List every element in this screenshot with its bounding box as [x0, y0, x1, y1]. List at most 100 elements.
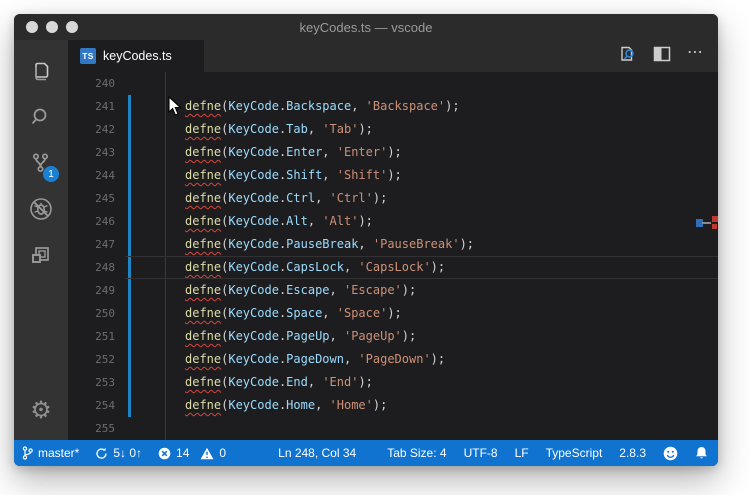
- git-modified-bar: [128, 348, 131, 371]
- code-line[interactable]: 255: [68, 417, 718, 440]
- line-number[interactable]: 250: [68, 302, 115, 325]
- token-identifier: KeyCode: [228, 283, 279, 297]
- cursor-position-item[interactable]: Ln 248, Col 34: [278, 446, 356, 460]
- sidebar-item-extensions[interactable]: [17, 232, 65, 278]
- sidebar-item-source-control[interactable]: 1: [17, 140, 65, 186]
- token-function: defne: [185, 329, 222, 343]
- minimize-button[interactable]: [46, 21, 58, 33]
- line-number[interactable]: 252: [68, 348, 115, 371]
- zoom-button[interactable]: [66, 21, 78, 33]
- line-number[interactable]: 248: [68, 256, 115, 279]
- feedback-smiley-button[interactable]: [663, 446, 678, 461]
- token-punctuation: );: [401, 283, 417, 297]
- token-punctuation: );: [459, 237, 475, 251]
- code-line[interactable]: 253 defne(KeyCode.End, 'End');: [68, 371, 718, 394]
- line-number[interactable]: 251: [68, 325, 115, 348]
- sync-status-item[interactable]: 5↓ 0↑: [95, 446, 142, 460]
- code-line[interactable]: 249 defne(KeyCode.Escape, 'Escape');: [68, 279, 718, 302]
- line-number[interactable]: 242: [68, 118, 115, 141]
- errors-status-item[interactable]: 14 0: [158, 446, 226, 460]
- git-branch-icon: [22, 446, 33, 460]
- token-punctuation: ,: [307, 214, 323, 228]
- token-function: defne: [185, 352, 222, 366]
- ruler-error-mark: [712, 216, 718, 222]
- line-number[interactable]: 253: [68, 371, 115, 394]
- line-number[interactable]: 245: [68, 187, 115, 210]
- line-number[interactable]: 247: [68, 233, 115, 256]
- line-number[interactable]: 243: [68, 141, 115, 164]
- token-identifier: KeyCode: [228, 122, 279, 136]
- token-punctuation: );: [387, 145, 402, 159]
- code-text: defne(KeyCode.Space, 'Space');: [185, 302, 402, 325]
- close-button[interactable]: [26, 21, 38, 33]
- open-preview-button[interactable]: [617, 44, 637, 69]
- code-text: defne(KeyCode.Home, 'Home');: [185, 394, 387, 417]
- settings-gear-button[interactable]: ⚙: [14, 390, 68, 430]
- code-line[interactable]: 248 defne(KeyCode.CapsLock, 'CapsLock');: [68, 256, 718, 279]
- token-punctuation: ,: [322, 306, 337, 320]
- token-punctuation: );: [445, 99, 460, 113]
- status-bar: master* 5↓ 0↑ 14 0 Ln 248, Col 34 Tab Si…: [14, 440, 718, 466]
- line-number[interactable]: 249: [68, 279, 115, 302]
- line-number[interactable]: 240: [68, 72, 115, 95]
- sidebar-item-explorer[interactable]: [17, 48, 65, 94]
- sidebar-item-search[interactable]: [17, 94, 65, 140]
- split-editor-button[interactable]: [653, 46, 671, 67]
- code-line[interactable]: 254 defne(KeyCode.Home, 'Home');: [68, 394, 718, 417]
- token-member: Escape: [286, 283, 330, 297]
- tab-size-item[interactable]: Tab Size: 4: [387, 446, 446, 460]
- token-member: Backspace: [286, 99, 352, 113]
- code-line[interactable]: 240: [68, 72, 718, 95]
- eol-item[interactable]: LF: [515, 446, 529, 460]
- code-line[interactable]: 251 defne(KeyCode.PageUp, 'PageUp');: [68, 325, 718, 348]
- code-line[interactable]: 243 defne(KeyCode.Enter, 'Enter');: [68, 141, 718, 164]
- line-number[interactable]: 255: [68, 417, 115, 440]
- more-actions-button[interactable]: ⋯: [687, 44, 704, 64]
- line-number[interactable]: 246: [68, 210, 115, 233]
- code-line[interactable]: 244 defne(KeyCode.Shift, 'Shift');: [68, 164, 718, 187]
- code-line[interactable]: 250 defne(KeyCode.Space, 'Space');: [68, 302, 718, 325]
- warning-icon: [200, 447, 214, 460]
- token-function: defne: [185, 145, 222, 159]
- branch-status-item[interactable]: master*: [22, 446, 79, 460]
- language-mode-item[interactable]: TypeScript: [546, 446, 603, 460]
- token-punctuation: ,: [307, 375, 323, 389]
- code-line[interactable]: 247 defne(KeyCode.PauseBreak, 'PauseBreak…: [68, 233, 718, 256]
- code-line[interactable]: 246 defne(KeyCode.Alt, 'Alt');: [68, 210, 718, 233]
- code-line[interactable]: 241 defne(KeyCode.Backspace, 'Backspace')…: [68, 95, 718, 118]
- token-member: Home: [286, 398, 316, 412]
- token-function: defne: [185, 398, 222, 412]
- code-line[interactable]: 252 defne(KeyCode.PageDown, 'PageDown');: [68, 348, 718, 371]
- git-modified-bar: [128, 164, 131, 187]
- token-punctuation: ,: [329, 283, 344, 297]
- code-line[interactable]: 245 defne(KeyCode.Ctrl, 'Ctrl');: [68, 187, 718, 210]
- code-line[interactable]: 242 defne(KeyCode.Tab, 'Tab');: [68, 118, 718, 141]
- token-function: defne: [185, 122, 222, 136]
- token-identifier: KeyCode: [228, 214, 279, 228]
- ellipsis-icon: ⋯: [687, 44, 704, 61]
- token-punctuation: ,: [315, 191, 330, 205]
- git-modified-bar: [128, 95, 131, 118]
- token-punctuation: ,: [329, 329, 344, 343]
- token-member: CapsLock: [286, 260, 344, 274]
- code-editor[interactable]: 240 241 defne(KeyCode.Backspace, 'Backspac…: [68, 72, 718, 440]
- token-string: 'PageUp': [343, 329, 402, 343]
- gear-icon: ⚙: [30, 396, 52, 424]
- token-identifier: KeyCode: [228, 168, 279, 182]
- ts-version-item[interactable]: 2.8.3: [619, 446, 646, 460]
- token-punctuation: ,: [358, 237, 373, 251]
- token-string: 'End': [322, 375, 359, 389]
- token-identifier: KeyCode: [228, 352, 279, 366]
- token-function: defne: [185, 214, 222, 228]
- window-title: keyCodes.ts — vscode: [299, 19, 433, 35]
- token-identifier: KeyCode: [228, 398, 279, 412]
- sidebar-item-debug-disabled[interactable]: [17, 186, 65, 232]
- line-number[interactable]: 241: [68, 95, 115, 118]
- token-member: Tab: [286, 122, 308, 136]
- encoding-item[interactable]: UTF-8: [464, 446, 498, 460]
- line-number[interactable]: 254: [68, 394, 115, 417]
- notifications-bell-button[interactable]: [695, 446, 708, 460]
- tab-keycodes-ts[interactable]: TS keyCodes.ts: [68, 40, 204, 72]
- token-identifier: KeyCode: [228, 329, 279, 343]
- line-number[interactable]: 244: [68, 164, 115, 187]
